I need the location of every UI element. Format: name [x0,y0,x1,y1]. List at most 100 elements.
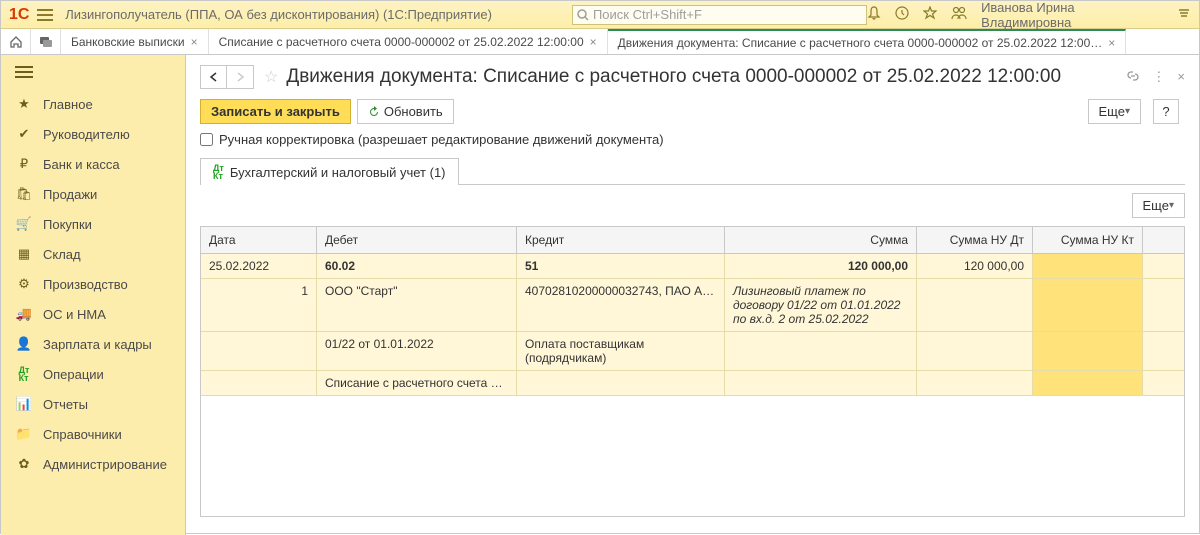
burger-icon[interactable] [37,9,53,21]
chat-icon[interactable] [31,29,61,54]
sidebar-label: Производство [43,277,128,292]
tab-label: Движения документа: Списание с расчетног… [618,36,1103,50]
grid-empty [201,396,1184,516]
back-button[interactable] [201,66,227,88]
cell-debit: Списание с расчетного счета … [317,371,517,395]
more-button[interactable]: Еще [1088,99,1141,124]
star-icon[interactable] [923,6,937,23]
forward-button[interactable] [227,66,253,88]
table-row[interactable]: Списание с расчетного счета … [201,371,1184,396]
link-icon[interactable] [1126,69,1140,86]
sidebar-item-admin[interactable]: ✿Администрирование [1,449,185,479]
table-row[interactable]: 01/22 от 01.01.2022 Оплата поставщикам (… [201,332,1184,371]
cell-nuk [1033,279,1143,331]
close-icon[interactable]: × [1177,69,1185,86]
sidebar-item-manager[interactable]: ✔Руководителю [1,119,185,149]
refresh-button[interactable]: Обновить [357,99,454,124]
sidebar-item-salary[interactable]: 👤Зарплата и кадры [1,329,185,359]
cell-empty [725,332,917,370]
tab-accounting[interactable]: ДтКт Бухгалтерский и налоговый учет (1) [200,158,459,185]
col-debit[interactable]: Дебет [317,227,517,253]
sidebar-item-stock[interactable]: ▦ Склад [1,239,185,269]
save-close-button[interactable]: Записать и закрыть [200,99,351,124]
cell-debit: ООО "Старт" [317,279,517,331]
cell-nud [917,332,1033,370]
sidebar-item-ref[interactable]: 📁 Справочники [1,419,185,449]
cell-nuk [1033,371,1143,395]
tab-writeoff[interactable]: Списание с расчетного счета 0000-000002 … [209,29,608,54]
sidebar-label: Продажи [43,187,97,202]
sidebar-label: Руководителю [43,127,130,142]
tab-movements[interactable]: Движения документа: Списание с расчетног… [608,29,1127,54]
sidebar-item-prod[interactable]: ⚙ Производство [1,269,185,299]
sidebar-item-reports[interactable]: 📊Отчеты [1,389,185,419]
sales-icon: 🛍 [15,186,33,202]
grid-more-button[interactable]: Еще [1132,193,1185,218]
close-icon[interactable]: × [590,35,597,49]
tab-bank-statements[interactable]: Банковские выписки × [61,29,209,54]
table-row[interactable]: 25.02.2022 60.02 51 120 000,00 120 000,0… [201,254,1184,279]
search-input[interactable]: Поиск Ctrl+Shift+F [572,5,867,25]
chart-icon: 📊 [15,396,33,412]
sidebar-label: ОС и НМА [43,307,106,322]
folder-icon: 📁 [15,426,33,442]
sidebar-label: Справочники [43,427,122,442]
cart-icon: 🛒 [15,216,33,232]
sidebar-label: Зарплата и кадры [43,337,152,352]
cell-nud: 120 000,00 [917,254,1033,278]
cell-nud [917,279,1033,331]
tab-label: Бухгалтерский и налоговый учет (1) [230,165,446,180]
close-icon[interactable]: × [1108,36,1115,50]
cell-desc: Лизинговый платеж по договору 01/22 от 0… [725,279,917,331]
favorite-icon[interactable]: ☆ [264,67,278,87]
col-date[interactable]: Дата [201,227,317,253]
cell-empty [201,371,317,395]
prod-icon: ⚙ [15,276,33,292]
sidebar-item-ops[interactable]: ДтКтОперации [1,359,185,389]
home-icon[interactable] [1,29,31,54]
more-icon[interactable]: ⋮ [1152,69,1165,86]
app-logo: 1C [9,6,29,24]
sidebar-label: Склад [43,247,81,262]
help-button[interactable]: ? [1153,99,1179,124]
col-sum[interactable]: Сумма [725,227,917,253]
manual-edit-checkbox[interactable] [200,133,213,146]
col-nuk[interactable]: Сумма НУ Кт [1033,227,1143,253]
user-name[interactable]: Иванова Ирина Владимировна [981,0,1163,30]
grid-body: 25.02.2022 60.02 51 120 000,00 120 000,0… [201,254,1184,396]
stock-icon: ▦ [15,246,33,262]
sidebar-label: Банк и касса [43,157,120,172]
truck-icon: 🚚 [15,306,33,322]
tab-label: Банковские выписки [71,35,185,49]
accounting-grid: Дата Дебет Кредит Сумма Сумма НУ Дт Сумм… [200,226,1185,517]
col-nud[interactable]: Сумма НУ Дт [917,227,1033,253]
sidebar-label: Администрирование [43,457,167,472]
titlebar: 1C Лизингополучатель (ППА, ОА без дискон… [1,1,1199,29]
ops-icon: ДтКт [15,366,33,382]
cell-nuk [1033,254,1143,278]
settings-icon[interactable] [1177,6,1191,23]
sidebar-label: Главное [43,97,93,112]
table-row[interactable]: 1 ООО "Старт" 40702810200000032743, ПАО … [201,279,1184,332]
manual-edit-label: Ручная корректировка (разрешает редактир… [219,132,664,147]
sidebar-item-main[interactable]: ★Главное [1,89,185,119]
nav-buttons [200,65,254,89]
sidebar-burger-icon[interactable] [1,55,185,89]
sidebar-label: Покупки [43,217,92,232]
cell-credit: 51 [517,254,725,278]
sidebar-item-sales[interactable]: 🛍 Продажи [1,179,185,209]
close-icon[interactable]: × [191,35,198,49]
history-icon[interactable] [895,6,909,23]
page-title: Движения документа: Списание с расчетног… [286,66,1126,88]
user-icon[interactable] [951,6,967,23]
sidebar-item-bank[interactable]: ₽Банк и касса [1,149,185,179]
cell-date: 25.02.2022 [201,254,317,278]
content: ☆ Движения документа: Списание с расчетн… [186,55,1199,535]
bell-icon[interactable] [867,6,881,23]
cell-num: 1 [201,279,317,331]
search-placeholder: Поиск Ctrl+Shift+F [593,7,702,22]
sidebar-item-purch[interactable]: 🛒 Покупки [1,209,185,239]
col-credit[interactable]: Кредит [517,227,725,253]
sidebar-item-os[interactable]: 🚚 ОС и НМА [1,299,185,329]
tabbar: Банковские выписки × Списание с расчетно… [1,29,1199,55]
